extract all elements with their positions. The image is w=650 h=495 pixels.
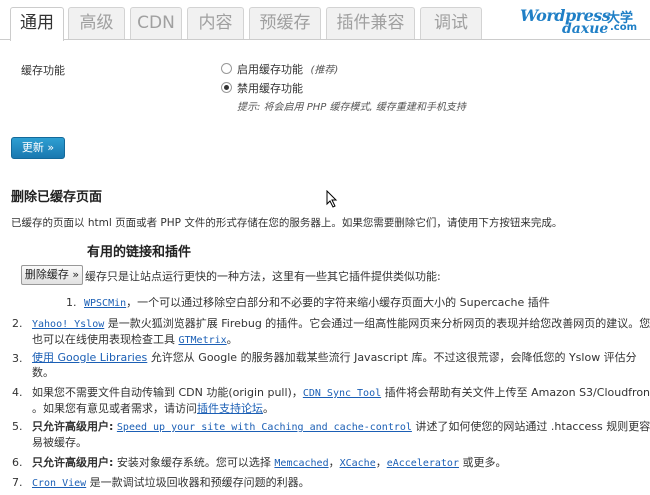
list-item-text: 是一款调试垃圾回收器和预缓存问题的利器。 [86, 476, 310, 489]
cache-setting-label: 缓存功能 [21, 64, 65, 77]
site-logo: Wordpress 大学 daxue .com [514, 6, 644, 38]
tab-plugins[interactable]: 插件兼容 [326, 7, 415, 39]
link-cdn-sync-tool[interactable]: CDN Sync Tool [303, 388, 381, 399]
link-xcache[interactable]: XCache [340, 458, 376, 469]
list-number: 6. [12, 456, 23, 469]
link-gtmetrix[interactable]: GTMetrix [179, 335, 227, 346]
list-item-text: 安装对象缓存系统。您可以选择 [113, 456, 275, 469]
radio-cache-on[interactable] [221, 63, 232, 74]
list-item-text: 也可以在线使用表现检查工具 [32, 333, 179, 346]
tab-divider [0, 39, 650, 40]
radio-cache-off[interactable] [221, 82, 232, 93]
list-item-text: 。 [226, 333, 238, 346]
list-item-cron-view: Cron View 是一款调试垃圾回收器和预缓存问题的利器。 [32, 475, 310, 491]
list-item-cdn-sync: 如果您不需要文件自动传输到 CDN 功能(origin pull)，CDN Sy… [32, 385, 650, 416]
radio-cache-on-label[interactable]: 启用缓存功能 (推荐) [237, 61, 338, 77]
list-item-wpscmin: WPSCMin，一个可以通过移除空白部分和不必要的字符来缩小缓存页面大小的 Su… [84, 295, 550, 311]
link-yslow[interactable]: Yahoo! Yslow [32, 319, 104, 330]
advanced-users-label: 只允许高级用户: [32, 420, 114, 433]
delete-cache-heading: 删除已缓存页面 [11, 190, 103, 205]
list-item-text: 。 [263, 402, 274, 415]
tab-contents[interactable]: 内容 [187, 7, 244, 39]
link-eaccelerator[interactable]: eAccelerator [387, 458, 459, 469]
list-item-text: 。如果您有意见或者需求，请访问 [32, 402, 197, 415]
list-item-sep: ， [375, 456, 387, 469]
recommended-note: (推荐) [310, 65, 339, 76]
list-number: 3. [12, 352, 23, 365]
list-item-yslow: Yahoo! Yslow 是一款火狐浏览器扩展 Firebug 的插件。它会通过… [32, 316, 650, 348]
list-item-text: 或更多。 [458, 456, 507, 469]
list-item-text: 是一款火狐浏览器扩展 Firebug 的插件。它会通过一组高性能网页来分析网页的… [104, 317, 650, 330]
update-button[interactable]: 更新 » [11, 137, 65, 159]
list-number: 7. [12, 476, 23, 489]
list-item-speed-up: 只允许高级用户: Speed up your site with Caching… [32, 419, 650, 450]
list-item-text: 如果您不需要文件自动传输到 CDN 功能(origin pull)， [32, 386, 303, 399]
logo-text-daxue: daxue [562, 21, 609, 37]
logo-text-dotcom: .com [610, 22, 638, 33]
radio-cache-off-label[interactable]: 禁用缓存功能 [237, 80, 303, 96]
tab-general[interactable]: 通用 [10, 7, 64, 41]
cache-on-text: 启用缓存功能 [237, 63, 303, 76]
useful-links-heading: 有用的链接和插件 [87, 245, 192, 260]
link-google-libraries[interactable]: 使用 Google Libraries [32, 351, 147, 364]
link-support-forum[interactable]: 插件支持论坛 [197, 402, 263, 415]
advanced-users-label: 只允许高级用户: [32, 456, 114, 469]
link-cron-view[interactable]: Cron View [32, 478, 86, 489]
list-item-text: 数。 [32, 366, 54, 379]
cache-hint: 提示: 将会启用 PHP 缓存模式, 缓存重建和手机支持 [237, 102, 466, 113]
list-number: 5. [12, 420, 23, 433]
tab-cdn[interactable]: CDN [130, 7, 182, 39]
list-item-text: 允许您从 Google 的服务器加载某些流行 Javascript 库。不过这很… [147, 351, 637, 364]
tab-debug[interactable]: 调试 [420, 7, 482, 39]
list-number: 1. [66, 296, 77, 309]
list-item-sep: ， [328, 456, 340, 469]
list-number: 4. [12, 386, 23, 399]
delete-cache-description: 已缓存的页面以 html 页面或者 PHP 文件的形式存储在您的服务器上。如果您… [11, 217, 563, 229]
link-wpscmin[interactable]: WPSCMin [84, 298, 126, 309]
plugins-intro: 缓存只是让站点运行更快的一种方法，这里有一些其它插件提供类似功能: [85, 270, 441, 283]
list-number: 2. [12, 317, 23, 330]
list-item-google-libraries: 使用 Google Libraries 允许您从 Google 的服务器加载某些… [32, 350, 646, 380]
list-item-text: 插件将会帮助有关文件上传至 Amazon S3/Cloudfront [381, 386, 650, 399]
tab-preload[interactable]: 预缓存 [249, 7, 321, 39]
delete-cache-button[interactable]: 删除缓存 » [21, 265, 83, 285]
link-memcached[interactable]: Memcached [274, 458, 328, 469]
tab-bar: 通用 高级 CDN 内容 预缓存 插件兼容 调试 Wordpress 大学 da… [0, 0, 650, 41]
list-item-text: 讲述了如何使您的网站通过 .htaccess 规则更容 [411, 420, 650, 433]
tab-advanced[interactable]: 高级 [68, 7, 125, 39]
list-item-text: 易被缓存。 [32, 436, 87, 449]
mouse-cursor-icon [326, 190, 338, 208]
list-item-text: ，一个可以通过移除空白部分和不必要的字符来缩小缓存页面大小的 Supercach… [126, 296, 550, 309]
link-speed-up-caching[interactable]: Speed up your site with Caching and cach… [117, 422, 412, 433]
list-item-object-cache: 只允许高级用户: 安装对象缓存系统。您可以选择 Memcached，XCache… [32, 455, 506, 471]
